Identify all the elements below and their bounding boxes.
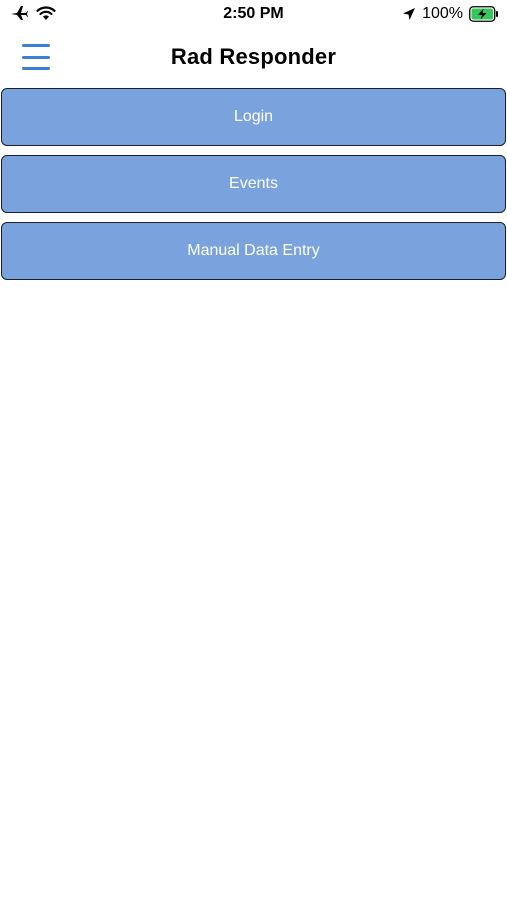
battery-percentage: 100% (422, 5, 463, 22)
nav-button-list: Login Events Manual Data Entry (1, 88, 506, 289)
status-bar: 2:50 PM 100% (0, 0, 507, 30)
app-header: Rad Responder (0, 36, 507, 80)
location-arrow-icon (403, 8, 416, 20)
status-right: 100% (402, 5, 499, 23)
login-button[interactable]: Login (1, 88, 506, 146)
manual-data-entry-button[interactable]: Manual Data Entry (1, 222, 506, 280)
page-title: Rad Responder (170, 44, 337, 69)
battery-charging-icon (469, 6, 498, 22)
events-button[interactable]: Events (1, 155, 506, 213)
